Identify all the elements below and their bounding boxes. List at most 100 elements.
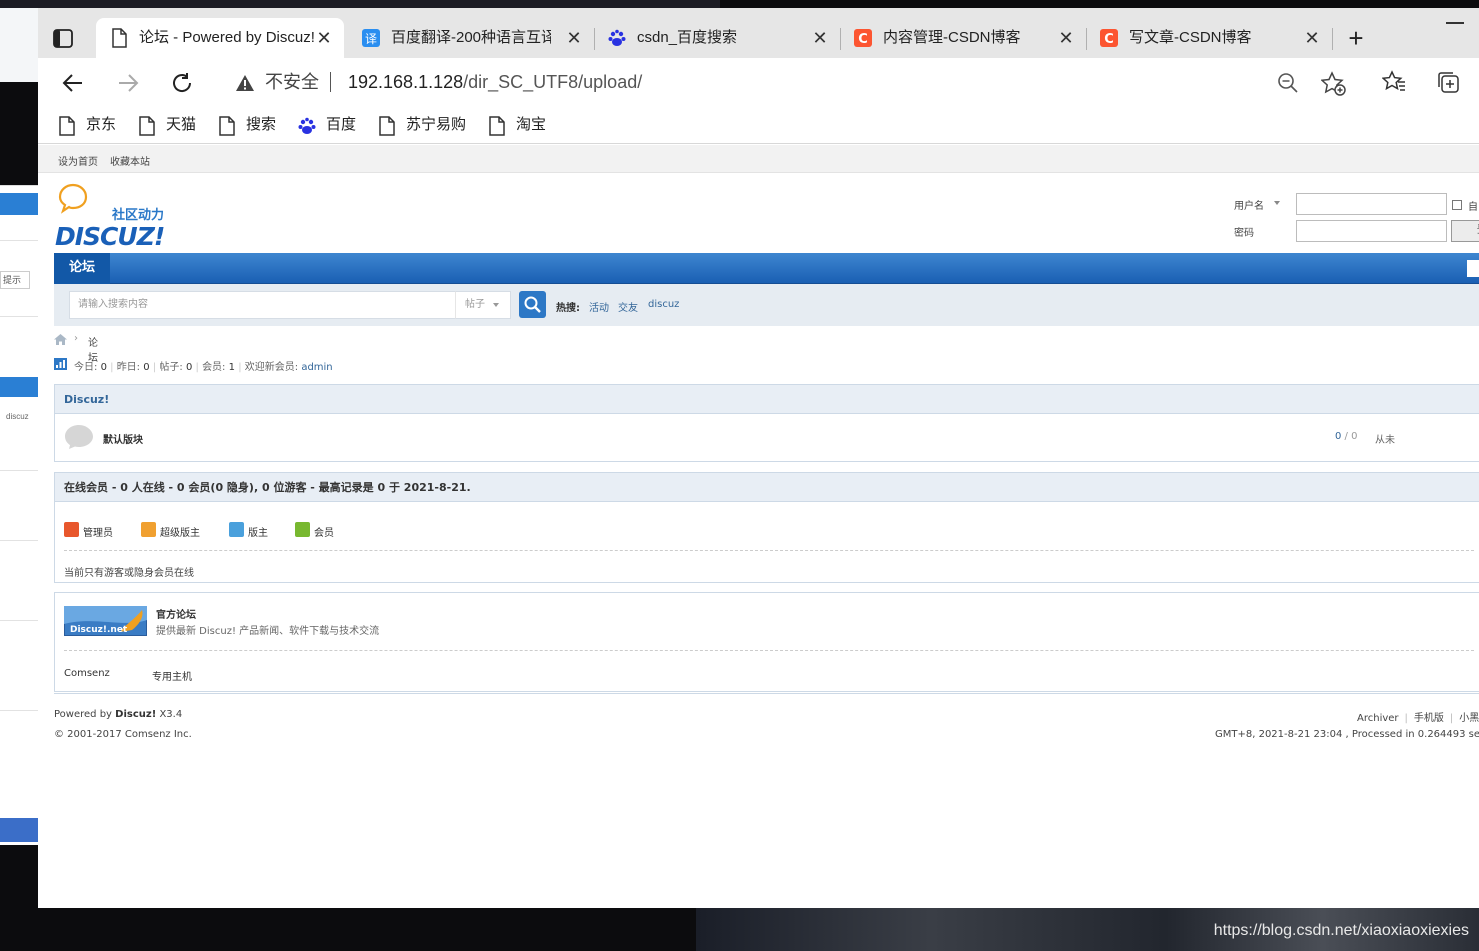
discuz-logo[interactable]: 社区动力 DISCUZ! — [54, 183, 179, 247]
small-dark-room-link[interactable]: 小黑 — [1459, 713, 1479, 724]
new-tab-button[interactable]: + — [1344, 25, 1368, 52]
board-last-post: 从未 — [1375, 435, 1395, 446]
chevron-down-icon[interactable] — [493, 303, 499, 307]
members-label: 会员: — [202, 362, 226, 373]
bookmark-taobao[interactable]: 淘宝 — [488, 114, 558, 136]
online-title[interactable]: 在线会员 - 0 人在线 - 0 会员(0 隐身), 0 位游客 - 最高记录是… — [55, 473, 1479, 502]
bookmark-label: 苏宁易购 — [406, 116, 467, 133]
discuz-net-logo[interactable]: Discuz!.net — [64, 606, 147, 636]
board-threads: 0 — [1335, 431, 1342, 442]
bookmark-suning[interactable]: 苏宁易购 — [378, 114, 478, 136]
official-forum-link[interactable]: 官方论坛 — [156, 606, 196, 621]
chevron-down-icon[interactable] — [1274, 201, 1280, 205]
tab-close-icon[interactable]: ✕ — [1302, 28, 1322, 48]
tab-close-icon[interactable]: ✕ — [564, 28, 584, 48]
bookmark-tmall[interactable]: 天猫 — [138, 114, 208, 136]
minimize-icon[interactable] — [1446, 22, 1464, 24]
add-favorite-icon[interactable] — [1321, 71, 1347, 97]
dedicated-host-link[interactable]: 专用主机 — [152, 668, 192, 683]
bookmark-jd[interactable]: 京东 — [58, 114, 128, 136]
background-window-divider — [0, 240, 38, 241]
hot-term-link[interactable]: discuz — [648, 299, 679, 310]
mobile-link[interactable]: 手机版 — [1414, 713, 1444, 724]
svg-text:C: C — [1104, 32, 1114, 47]
footer-divider — [54, 693, 1479, 694]
baidu-translate-icon: 译 — [362, 29, 380, 47]
forum-header: 社区动力 DISCUZ! 用户名 自 密码 登 — [38, 173, 1479, 253]
tab-label: 写文章-CSDN博客 — [1129, 29, 1252, 46]
background-window-divider — [0, 710, 38, 711]
background-window-divider — [0, 540, 38, 541]
back-icon[interactable] — [60, 70, 86, 96]
tab-csdn-write[interactable]: C 写文章-CSDN博客 ✕ — [1086, 18, 1332, 58]
tab-label: 论坛 - Powered by Discuz! — [139, 29, 315, 46]
logo-brand: DISCUZ! — [55, 222, 164, 247]
newest-member-link[interactable]: admin — [301, 362, 332, 373]
security-label[interactable]: 不安全 — [265, 71, 319, 93]
remember-checkbox[interactable] — [1452, 200, 1462, 210]
remember-label: 自 — [1468, 202, 1478, 213]
tab-actions-icon[interactable] — [52, 28, 76, 50]
background-window-strip — [0, 0, 720, 8]
zoom-out-icon[interactable] — [1277, 72, 1299, 94]
tab-close-icon[interactable]: ✕ — [1056, 28, 1076, 48]
bookmark-label: 京东 — [86, 116, 117, 133]
bookmark-baidu[interactable]: 百度 — [298, 114, 368, 136]
tab-forum[interactable]: 论坛 - Powered by Discuz! ✕ — [96, 18, 344, 58]
stats-chart-icon — [54, 358, 67, 370]
hot-search-label: 热搜: — [556, 303, 580, 314]
archiver-link[interactable]: Archiver — [1357, 713, 1399, 724]
background-window-blue-bar — [0, 818, 38, 842]
set-home-link[interactable]: 设为首页 — [58, 153, 98, 168]
tab-baidu-translate[interactable]: 译 百度翻译-200种语言互译 ✕ — [348, 18, 594, 58]
url-host: 192.168.1.128 — [348, 72, 464, 92]
favorites-icon[interactable] — [1382, 70, 1406, 94]
search-input[interactable]: 请输入搜索内容 — [69, 291, 456, 319]
url-path: /dir_SC_UTF8/upload/ — [463, 72, 643, 92]
collections-icon[interactable] — [1436, 70, 1460, 94]
yesterday-label: 昨日: — [116, 362, 141, 373]
username-label[interactable]: 用户名 — [1234, 197, 1264, 212]
bookmarks-bar: 京东 天猫 搜索 百度 苏宁易购 淘宝 — [38, 108, 1479, 144]
tab-close-icon[interactable]: ✕ — [314, 28, 334, 48]
main-nav: 论坛 — [54, 253, 1479, 284]
tab-csdn-content[interactable]: C 内容管理-CSDN博客 ✕ — [840, 18, 1086, 58]
svg-text:C: C — [858, 32, 868, 47]
password-label: 密码 — [1234, 228, 1254, 239]
posts-label: 帖子: — [159, 362, 183, 373]
forward-icon[interactable] — [115, 70, 141, 96]
board-posts: 0 — [1351, 431, 1358, 442]
search-button[interactable] — [519, 291, 546, 318]
bookmark-site-link[interactable]: 收藏本站 — [110, 153, 150, 168]
password-input[interactable] — [1296, 220, 1447, 242]
search-type-select[interactable]: 帖子 — [455, 291, 511, 319]
discuz-net-logo-text: Discuz!.net — [70, 625, 128, 635]
member-user-icon — [295, 522, 310, 537]
page-icon — [379, 116, 395, 136]
refresh-icon[interactable] — [169, 70, 195, 96]
footer-time: GMT+8, 2021-8-21 23:04 , Processed in 0.… — [1215, 729, 1479, 740]
category-box: Discuz! 默认版块 0 / 0 从未 — [54, 384, 1479, 462]
home-icon[interactable] — [54, 334, 67, 345]
forum-bubble-icon[interactable] — [64, 424, 94, 450]
username-input[interactable] — [1296, 193, 1447, 215]
login-button[interactable]: 登 — [1451, 220, 1479, 242]
stats-text: 今日: 0 | 昨日: 0 | 帖子: 0 | 会员: 1 | 欢迎新会员: a… — [74, 362, 333, 373]
bookmark-search[interactable]: 搜索 — [218, 114, 288, 136]
powered-brand-link[interactable]: Discuz! — [115, 709, 156, 720]
bookmark-label: 天猫 — [166, 116, 197, 133]
hot-term-link[interactable]: 交友 — [618, 299, 638, 314]
tab-close-icon[interactable]: ✕ — [810, 28, 830, 48]
welcome-label: 欢迎新会员: — [244, 362, 299, 373]
background-window-blue-bar — [0, 193, 38, 215]
hot-term-link[interactable]: 活动 — [589, 299, 609, 314]
comsenz-link[interactable]: Comsenz — [64, 668, 110, 679]
address-bar[interactable]: 不安全 192.168.1.128/dir_SC_UTF8/upload/ — [218, 63, 1357, 101]
board-name-link[interactable]: 默认版块 — [103, 431, 143, 446]
category-title[interactable]: Discuz! — [55, 385, 1479, 414]
tab-csdn-search[interactable]: csdn_百度搜索 ✕ — [594, 18, 840, 58]
warning-icon[interactable] — [235, 74, 255, 92]
nav-right-box[interactable] — [1467, 260, 1479, 277]
nav-forum[interactable]: 论坛 — [54, 253, 110, 284]
url-text[interactable]: 192.168.1.128/dir_SC_UTF8/upload/ — [348, 71, 642, 93]
